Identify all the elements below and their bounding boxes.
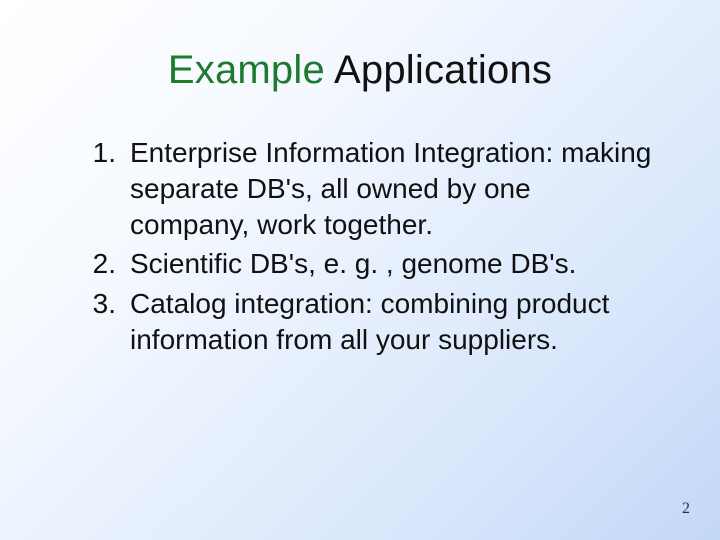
item-text: Enterprise Information Integration: maki… (130, 135, 656, 242)
list-item: 3. Catalog integration: combining produc… (64, 286, 656, 358)
slide-title: Example Applications (0, 0, 720, 93)
item-number: 3. (64, 286, 130, 358)
list-item: 1. Enterprise Information Integration: m… (64, 135, 656, 242)
item-number: 2. (64, 246, 130, 282)
item-text: Scientific DB's, e. g. , genome DB's. (130, 246, 656, 282)
page-number: 2 (682, 500, 690, 518)
title-word-1: Example (168, 48, 325, 92)
title-word-2: Applications (334, 48, 552, 92)
slide: Example Applications 1. Enterprise Infor… (0, 0, 720, 540)
list-item: 2. Scientific DB's, e. g. , genome DB's. (64, 246, 656, 282)
item-text: Catalog integration: combining product i… (130, 286, 656, 358)
item-number: 1. (64, 135, 130, 242)
numbered-list: 1. Enterprise Information Integration: m… (64, 135, 656, 358)
